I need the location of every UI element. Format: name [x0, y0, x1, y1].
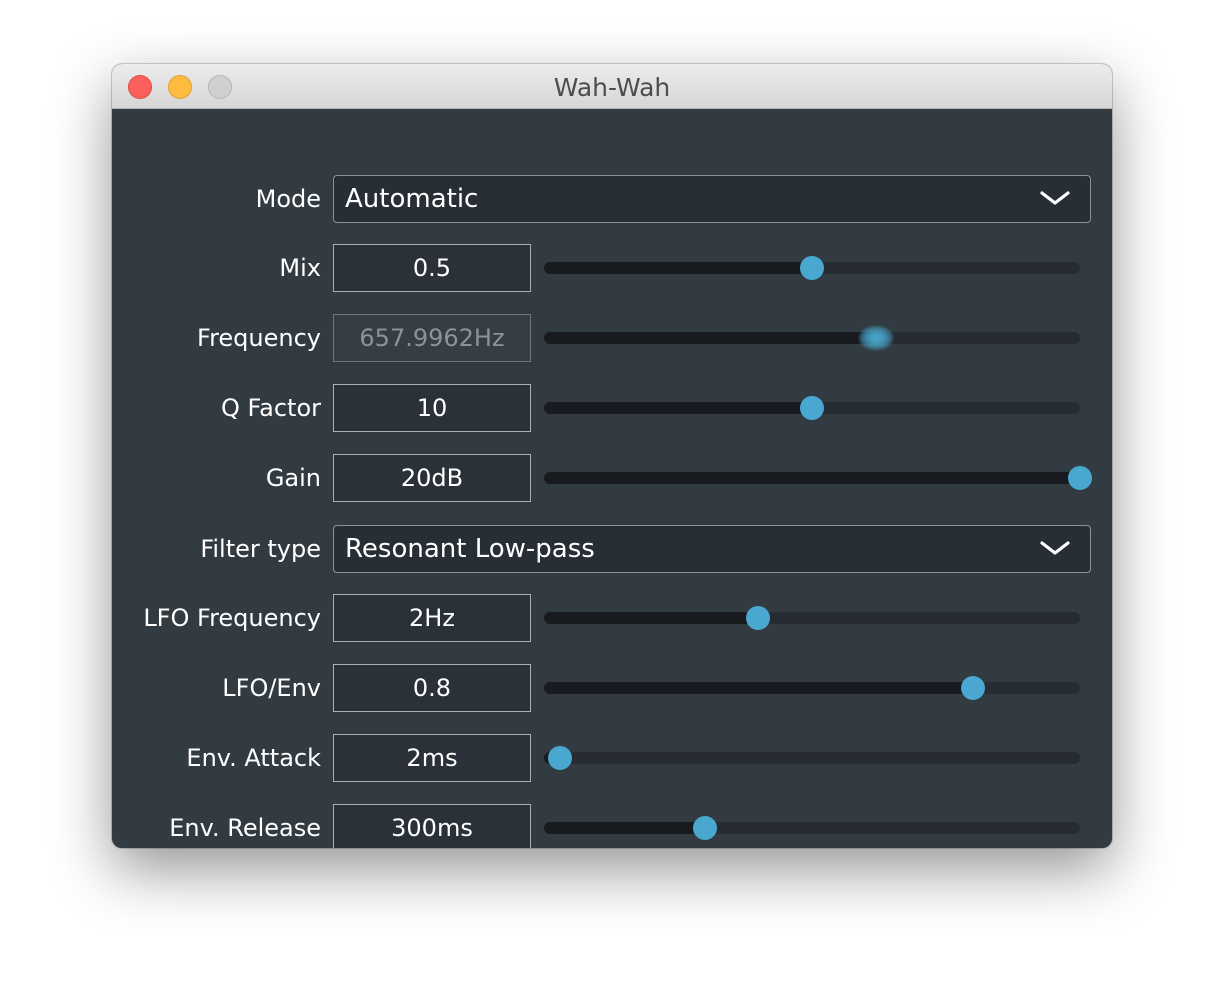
frequency-label: Frequency	[197, 324, 321, 352]
lfo-frequency-value-field[interactable]: 2Hz	[333, 594, 531, 642]
env-release-value-field[interactable]: 300ms	[333, 804, 531, 848]
lfo-frequency-slider-fill	[544, 612, 759, 624]
env-release-row: Env. Release 300ms	[112, 803, 1112, 848]
lfo-env-label: LFO/Env	[222, 674, 321, 702]
chevron-down-icon	[1040, 541, 1070, 555]
frequency-slider-thumb	[859, 326, 894, 350]
filter-type-select-value: Resonant Low-pass	[345, 534, 595, 564]
env-attack-label: Env. Attack	[186, 744, 321, 772]
lfo-env-slider[interactable]	[544, 676, 1080, 700]
env-attack-row: Env. Attack 2ms	[112, 733, 1112, 783]
mode-row: Mode Automatic	[112, 174, 1112, 224]
q-factor-slider-fill	[544, 402, 812, 414]
gain-slider-thumb[interactable]	[1068, 466, 1092, 490]
window-title: Wah-Wah	[553, 73, 671, 102]
q-factor-row: Q Factor 10	[112, 383, 1112, 433]
env-attack-value-field[interactable]: 2ms	[333, 734, 531, 782]
env-release-slider[interactable]	[544, 816, 1080, 840]
effect-controls-panel: Mode Automatic Mix 0.5 Frequency 657.996…	[112, 109, 1112, 848]
q-factor-value-field[interactable]: 10	[333, 384, 531, 432]
mix-slider[interactable]	[544, 256, 1080, 280]
gain-slider[interactable]	[544, 466, 1092, 490]
frequency-slider-fill	[544, 332, 877, 344]
mode-select[interactable]: Automatic	[333, 175, 1091, 223]
env-attack-slider-thumb[interactable]	[548, 746, 573, 770]
env-attack-slider[interactable]	[544, 746, 1080, 770]
filter-type-label: Filter type	[200, 535, 321, 563]
lfo-env-value-field[interactable]: 0.8	[333, 664, 531, 712]
q-factor-slider-thumb[interactable]	[800, 396, 824, 420]
q-factor-slider[interactable]	[544, 396, 1080, 420]
lfo-frequency-slider-thumb[interactable]	[746, 606, 771, 630]
lfo-env-slider-thumb[interactable]	[960, 676, 985, 700]
lfo-frequency-row: LFO Frequency 2Hz	[112, 593, 1112, 643]
frequency-slider	[544, 326, 1080, 350]
mix-row: Mix 0.5	[112, 243, 1112, 293]
mode-label: Mode	[255, 185, 321, 213]
mode-select-value: Automatic	[345, 184, 479, 214]
gain-label: Gain	[265, 464, 321, 492]
gain-value-field[interactable]: 20dB	[333, 454, 531, 502]
env-release-slider-fill	[544, 822, 705, 834]
q-factor-label: Q Factor	[221, 394, 321, 422]
title-bar[interactable]: Wah-Wah	[112, 64, 1112, 109]
gain-slider-fill	[544, 472, 1080, 484]
gain-row: Gain 20dB	[112, 453, 1112, 503]
chevron-down-icon	[1040, 191, 1070, 205]
mix-label: Mix	[279, 254, 321, 282]
mix-slider-fill	[544, 262, 812, 274]
filter-type-row: Filter type Resonant Low-pass	[112, 524, 1112, 574]
wah-wah-window: Wah-Wah Mode Automatic Mix 0.5 Frequency	[112, 64, 1112, 848]
mix-slider-thumb[interactable]	[800, 256, 824, 280]
lfo-env-row: LFO/Env 0.8	[112, 663, 1112, 713]
lfo-frequency-slider[interactable]	[544, 606, 1080, 630]
filter-type-select[interactable]: Resonant Low-pass	[333, 525, 1091, 573]
env-release-slider-thumb[interactable]	[692, 816, 717, 840]
env-release-label: Env. Release	[169, 814, 321, 842]
lfo-env-slider-fill	[544, 682, 973, 694]
lfo-frequency-label: LFO Frequency	[143, 604, 321, 632]
frequency-row: Frequency 657.9962Hz	[112, 313, 1112, 363]
mix-value-field[interactable]: 0.5	[333, 244, 531, 292]
frequency-value-field: 657.9962Hz	[333, 314, 531, 362]
